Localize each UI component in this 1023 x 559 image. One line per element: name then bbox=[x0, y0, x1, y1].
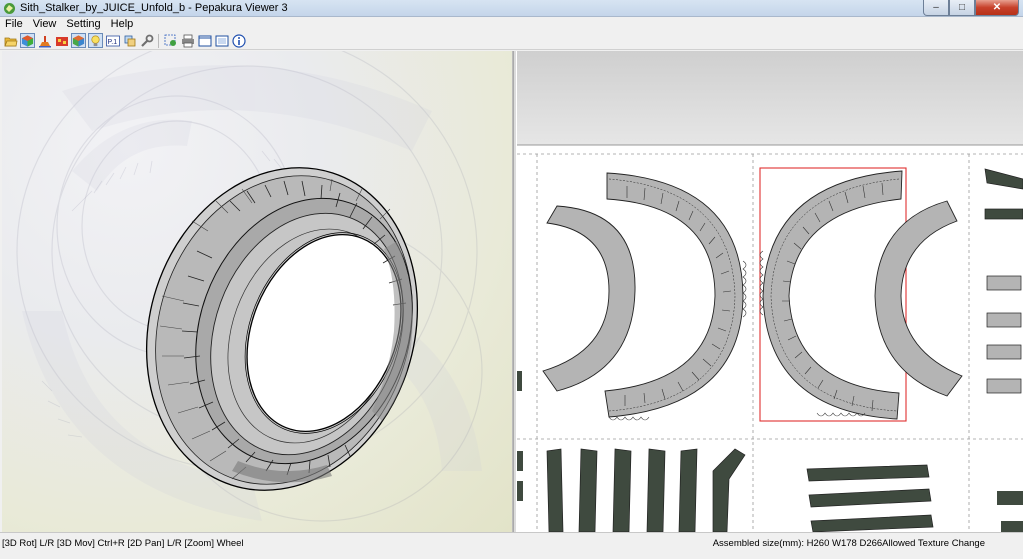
menu-file[interactable]: File bbox=[0, 17, 28, 31]
pattern-part-dark-strips bbox=[546, 448, 746, 532]
minimize-button[interactable]: – bbox=[923, 0, 949, 16]
maximize-icon: □ bbox=[958, 2, 966, 13]
texture-icon bbox=[55, 36, 68, 46]
window-controls: – □ ✕ bbox=[923, 0, 1019, 16]
pattern-part-arc-1 bbox=[542, 205, 636, 392]
page-settings-button[interactable] bbox=[214, 33, 229, 48]
unfold-button[interactable] bbox=[37, 33, 52, 48]
toolbar-separator bbox=[158, 33, 159, 48]
menu-bar: File View Setting Help bbox=[0, 17, 1023, 31]
parts-icon bbox=[124, 35, 135, 46]
page-layout-button[interactable] bbox=[197, 33, 212, 48]
3d-model-icon bbox=[21, 34, 34, 47]
info-button[interactable] bbox=[231, 33, 246, 48]
toolbar: P.1 bbox=[0, 32, 1023, 50]
open-folder-button[interactable] bbox=[3, 33, 18, 48]
show-faces-button[interactable] bbox=[71, 33, 86, 48]
scale-button[interactable]: P.1 bbox=[105, 33, 120, 48]
lightbulb-icon bbox=[91, 35, 100, 46]
3d-model-button[interactable] bbox=[20, 33, 35, 48]
pattern-part-dark-right bbox=[997, 491, 1023, 532]
close-button[interactable]: ✕ bbox=[975, 0, 1019, 16]
pattern-part-small-group bbox=[984, 168, 1023, 394]
2d-pattern-render[interactable] bbox=[517, 51, 1023, 532]
page-settings-icon bbox=[215, 35, 228, 46]
tools-button[interactable] bbox=[139, 33, 154, 48]
open-folder-icon bbox=[3, 37, 17, 46]
pattern-part-arc-4 bbox=[874, 200, 963, 397]
3d-view-pane[interactable] bbox=[2, 51, 513, 532]
status-assembled-size: Assembled size(mm): H260 W178 D266Allowe… bbox=[712, 538, 985, 549]
3d-model-render[interactable] bbox=[2, 51, 513, 532]
show-faces-icon bbox=[72, 34, 85, 47]
status-bar: [3D Rot] L/R [3D Mov] Ctrl+R [2D Pan] L/… bbox=[0, 532, 1023, 559]
pepakura-app-icon bbox=[3, 2, 16, 15]
scale-label: P.1 bbox=[107, 39, 117, 46]
2d-pattern-pane[interactable] bbox=[517, 51, 1023, 532]
pattern-part-left-edge bbox=[517, 371, 523, 501]
parts-button[interactable] bbox=[122, 33, 137, 48]
menu-setting[interactable]: Setting bbox=[61, 17, 105, 31]
maximize-button[interactable]: □ bbox=[949, 0, 975, 16]
wrench-icon bbox=[140, 34, 153, 47]
print-icon bbox=[181, 34, 194, 47]
title-bar: Sith_Stalker_by_JUICE_Unfold_b - Pepakur… bbox=[0, 0, 1023, 17]
menu-help[interactable]: Help bbox=[106, 17, 139, 31]
unfold-icon bbox=[38, 35, 51, 47]
page-layout-icon bbox=[198, 35, 211, 46]
select-icon bbox=[164, 34, 176, 46]
info-icon bbox=[231, 33, 246, 48]
lighting-button[interactable] bbox=[88, 33, 103, 48]
select-button[interactable] bbox=[163, 33, 178, 48]
scale-icon: P.1 bbox=[105, 35, 120, 46]
close-icon: ✕ bbox=[992, 2, 1002, 13]
window-title: Sith_Stalker_by_JUICE_Unfold_b - Pepakur… bbox=[20, 2, 288, 14]
pattern-part-dark-bars bbox=[806, 464, 934, 532]
texture-button[interactable] bbox=[54, 33, 69, 48]
print-button[interactable] bbox=[180, 33, 195, 48]
menu-view[interactable]: View bbox=[28, 17, 62, 31]
status-hint: [3D Rot] L/R [3D Mov] Ctrl+R [2D Pan] L/… bbox=[2, 538, 244, 549]
minimize-icon: – bbox=[933, 2, 939, 13]
